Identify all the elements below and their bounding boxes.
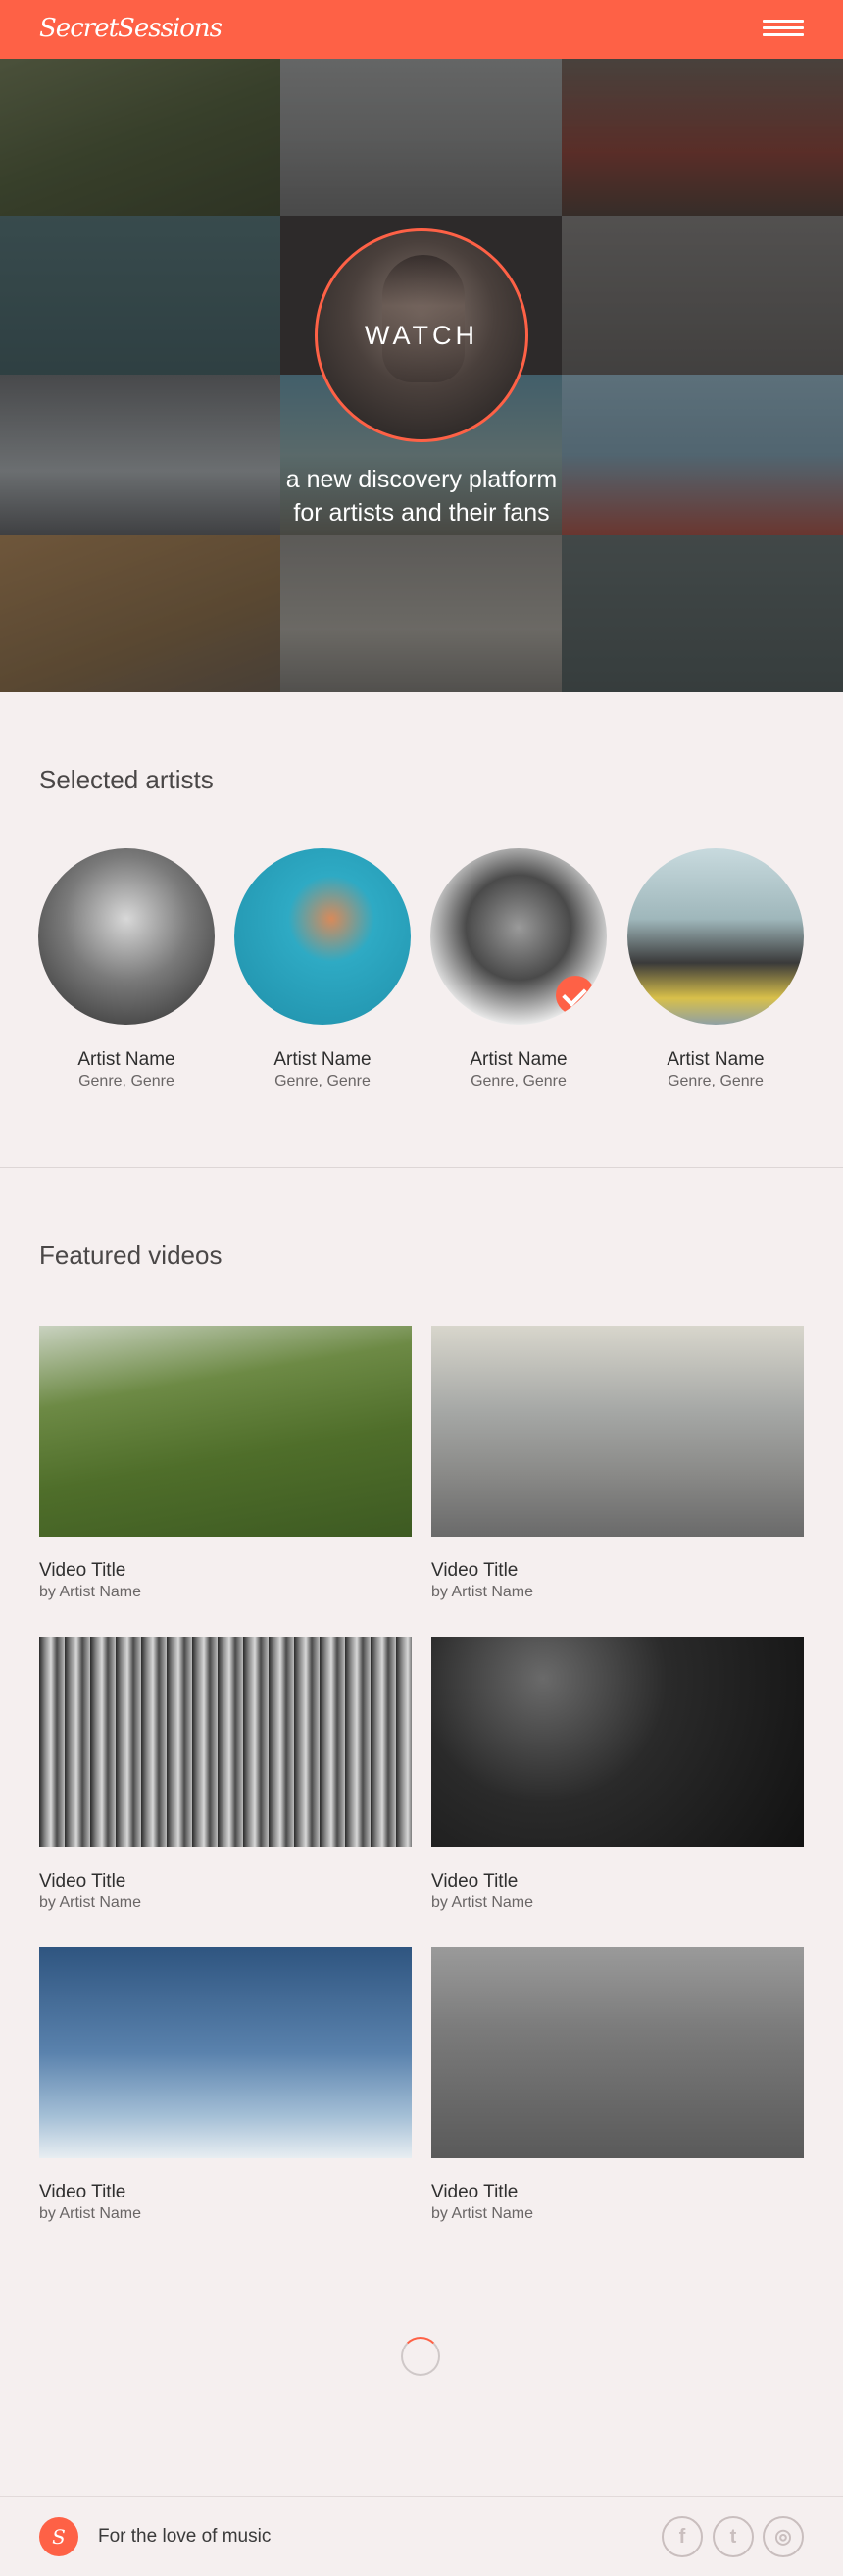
facebook-icon[interactable]: f [662, 2516, 703, 2557]
video-thumbnail [431, 1326, 804, 1537]
video-artist: by Artist Name [39, 1584, 142, 1600]
video-title: Video Title [39, 1560, 126, 1581]
artist-name: Artist Name [77, 1049, 175, 1070]
video-card[interactable]: Video Title by Artist Name [431, 1326, 804, 1601]
artist-card[interactable]: Artist Name Genre, Genre [430, 848, 607, 1090]
video-card[interactable]: Video Title by Artist Name [39, 1947, 412, 2223]
watch-label: WATCH [365, 320, 478, 350]
video-artist: by Artist Name [431, 1894, 534, 1911]
video-thumbnail [431, 1637, 804, 1847]
selected-artists-title: Selected artists [39, 765, 214, 794]
artist-avatar [627, 848, 804, 1025]
video-card[interactable]: Video Title by Artist Name [39, 1326, 412, 1601]
artist-genre: Genre, Genre [668, 1073, 764, 1089]
video-artist: by Artist Name [39, 1894, 142, 1911]
video-thumbnail [39, 1947, 412, 2158]
video-title: Video Title [431, 2182, 519, 2202]
hamburger-menu-icon[interactable] [763, 20, 804, 37]
instagram-icon[interactable]: ◎ [763, 2516, 804, 2557]
selected-check-icon [556, 976, 595, 1015]
artist-genre: Genre, Genre [78, 1073, 174, 1089]
hero-section: WATCH a new discovery platform for artis… [0, 59, 843, 692]
site-logo[interactable]: SecretSessions [39, 14, 223, 43]
artist-genre: Genre, Genre [274, 1073, 371, 1089]
artist-name: Artist Name [470, 1049, 568, 1070]
video-card[interactable]: Video Title by Artist Name [431, 1947, 804, 2223]
video-thumbnail [39, 1637, 412, 1847]
loading-spinner-icon [401, 2337, 440, 2376]
artist-genre: Genre, Genre [471, 1073, 567, 1089]
footer-divider [0, 2496, 843, 2497]
top-header: SecretSessions [0, 0, 843, 59]
artist-name: Artist Name [667, 1049, 765, 1070]
artist-avatar [38, 848, 215, 1025]
footer-logo[interactable]: S [39, 2517, 78, 2556]
video-artist: by Artist Name [39, 2205, 142, 2222]
video-title: Video Title [431, 1871, 519, 1892]
video-artist: by Artist Name [431, 2205, 534, 2222]
section-divider [0, 1167, 843, 1168]
artist-avatar [430, 848, 607, 1025]
video-thumbnail [39, 1326, 412, 1537]
video-artist: by Artist Name [431, 1584, 534, 1600]
tagline-line-2: for artists and their fans [293, 499, 550, 527]
tagline-line-1: a new discovery platform [285, 466, 558, 493]
video-card[interactable]: Video Title by Artist Name [39, 1637, 412, 1912]
artist-avatar [234, 848, 411, 1025]
watch-button[interactable]: WATCH [315, 228, 528, 442]
featured-videos-title: Featured videos [39, 1240, 223, 1270]
artist-card[interactable]: Artist Name Genre, Genre [627, 848, 804, 1090]
video-title: Video Title [39, 1871, 126, 1892]
video-title: Video Title [39, 2182, 126, 2202]
hero-tagline: a new discovery platform for artists and… [0, 463, 843, 530]
video-card[interactable]: Video Title by Artist Name [431, 1637, 804, 1912]
artist-card[interactable]: Artist Name Genre, Genre [234, 848, 411, 1090]
video-title: Video Title [431, 1560, 519, 1581]
video-thumbnail [431, 1947, 804, 2158]
artist-card[interactable]: Artist Name Genre, Genre [38, 848, 215, 1090]
twitter-icon[interactable]: t [713, 2516, 754, 2557]
artist-name: Artist Name [273, 1049, 372, 1070]
footer-tagline: For the love of music [98, 2526, 272, 2547]
